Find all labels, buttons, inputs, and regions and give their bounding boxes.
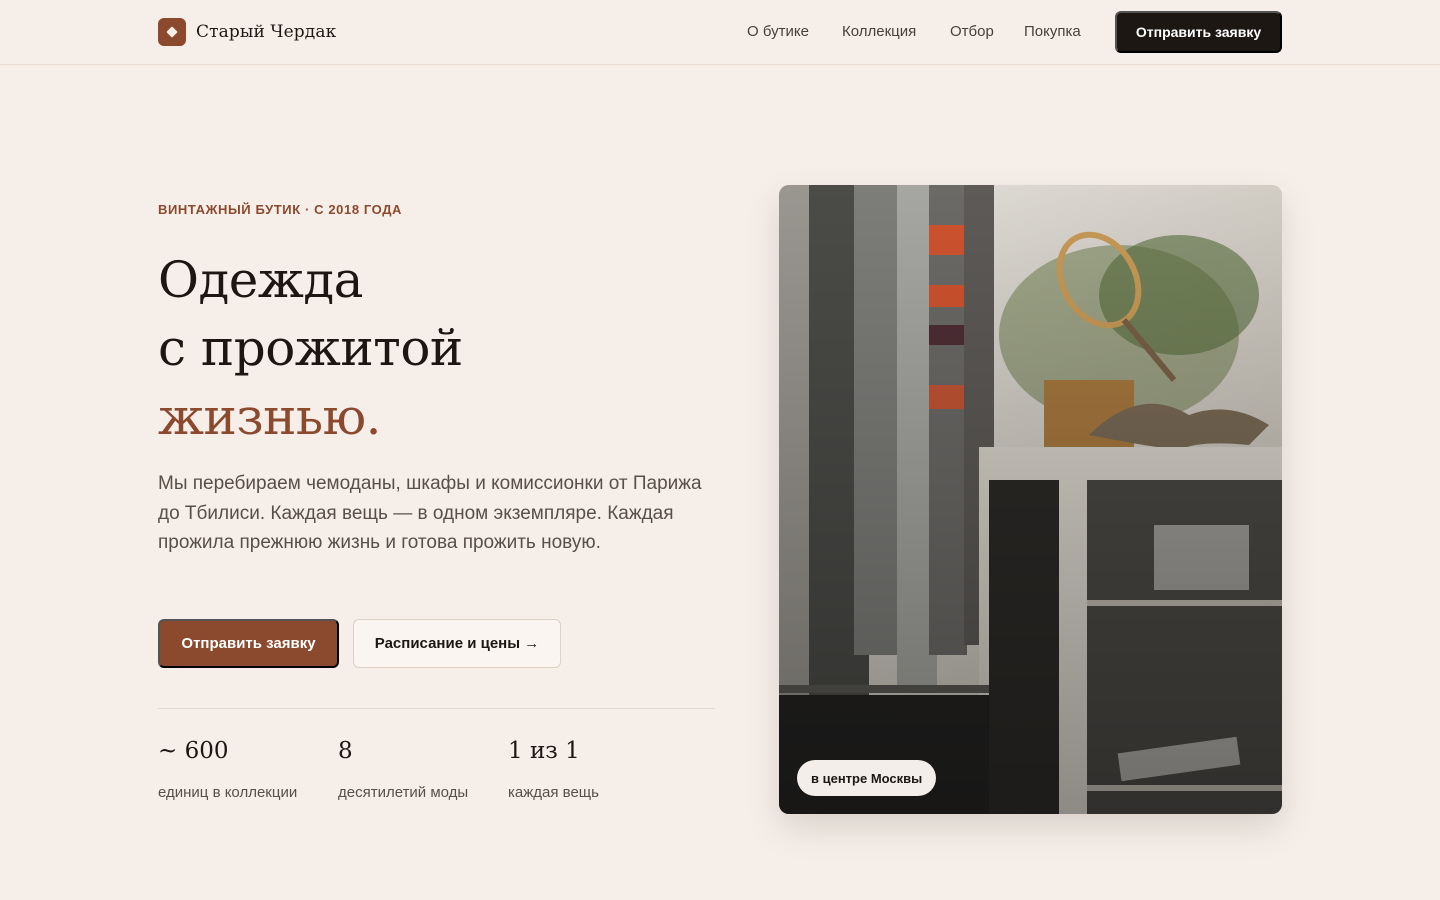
brand-name: Старый Чердак [196, 22, 337, 42]
nav-link-purchase[interactable]: Покупка [1024, 21, 1081, 43]
submit-request-button[interactable]: Отправить заявку [158, 619, 339, 668]
stat-label-unique: каждая вещь [508, 784, 599, 801]
hero-title-line-2: с прожитой [158, 319, 463, 377]
hero-title-line-3: жизнью. [158, 388, 382, 446]
stat-label-items: единиц в коллекции [158, 784, 298, 801]
nav-link-selection[interactable]: Отбор [950, 21, 994, 43]
site-header: Старый Чердак О бутике Коллекция Отбор П… [0, 0, 1440, 65]
header-submit-button[interactable]: Отправить заявку [1115, 11, 1282, 53]
nav-link-collection[interactable]: Коллекция [842, 21, 916, 43]
boutique-interior-image [779, 185, 1282, 814]
brand[interactable]: Старый Чердак [158, 18, 336, 46]
nav-link-about[interactable]: О бутике [747, 21, 809, 43]
stat-value-items: ~ 600 [158, 738, 229, 764]
logo-icon [158, 18, 186, 46]
hero-eyebrow: ВИНТАЖНЫЙ БУТИК · С 2018 ГОДА [158, 202, 403, 217]
location-badge: в центре Москвы [797, 760, 937, 796]
stat-value-unique: 1 из 1 [508, 738, 580, 764]
hero-photo: в центре Москвы [779, 185, 1282, 814]
hero-title-line-1: Одежда [158, 251, 363, 309]
stat-value-decades: 8 [338, 738, 353, 764]
hero-lead-text: Мы перебираем чемоданы, шкафы и комиссио… [158, 473, 702, 553]
stat-label-decades: десятилетий моды [338, 784, 469, 801]
stats-divider [158, 708, 715, 709]
schedule-prices-button[interactable]: Расписание и цены → [353, 619, 561, 668]
